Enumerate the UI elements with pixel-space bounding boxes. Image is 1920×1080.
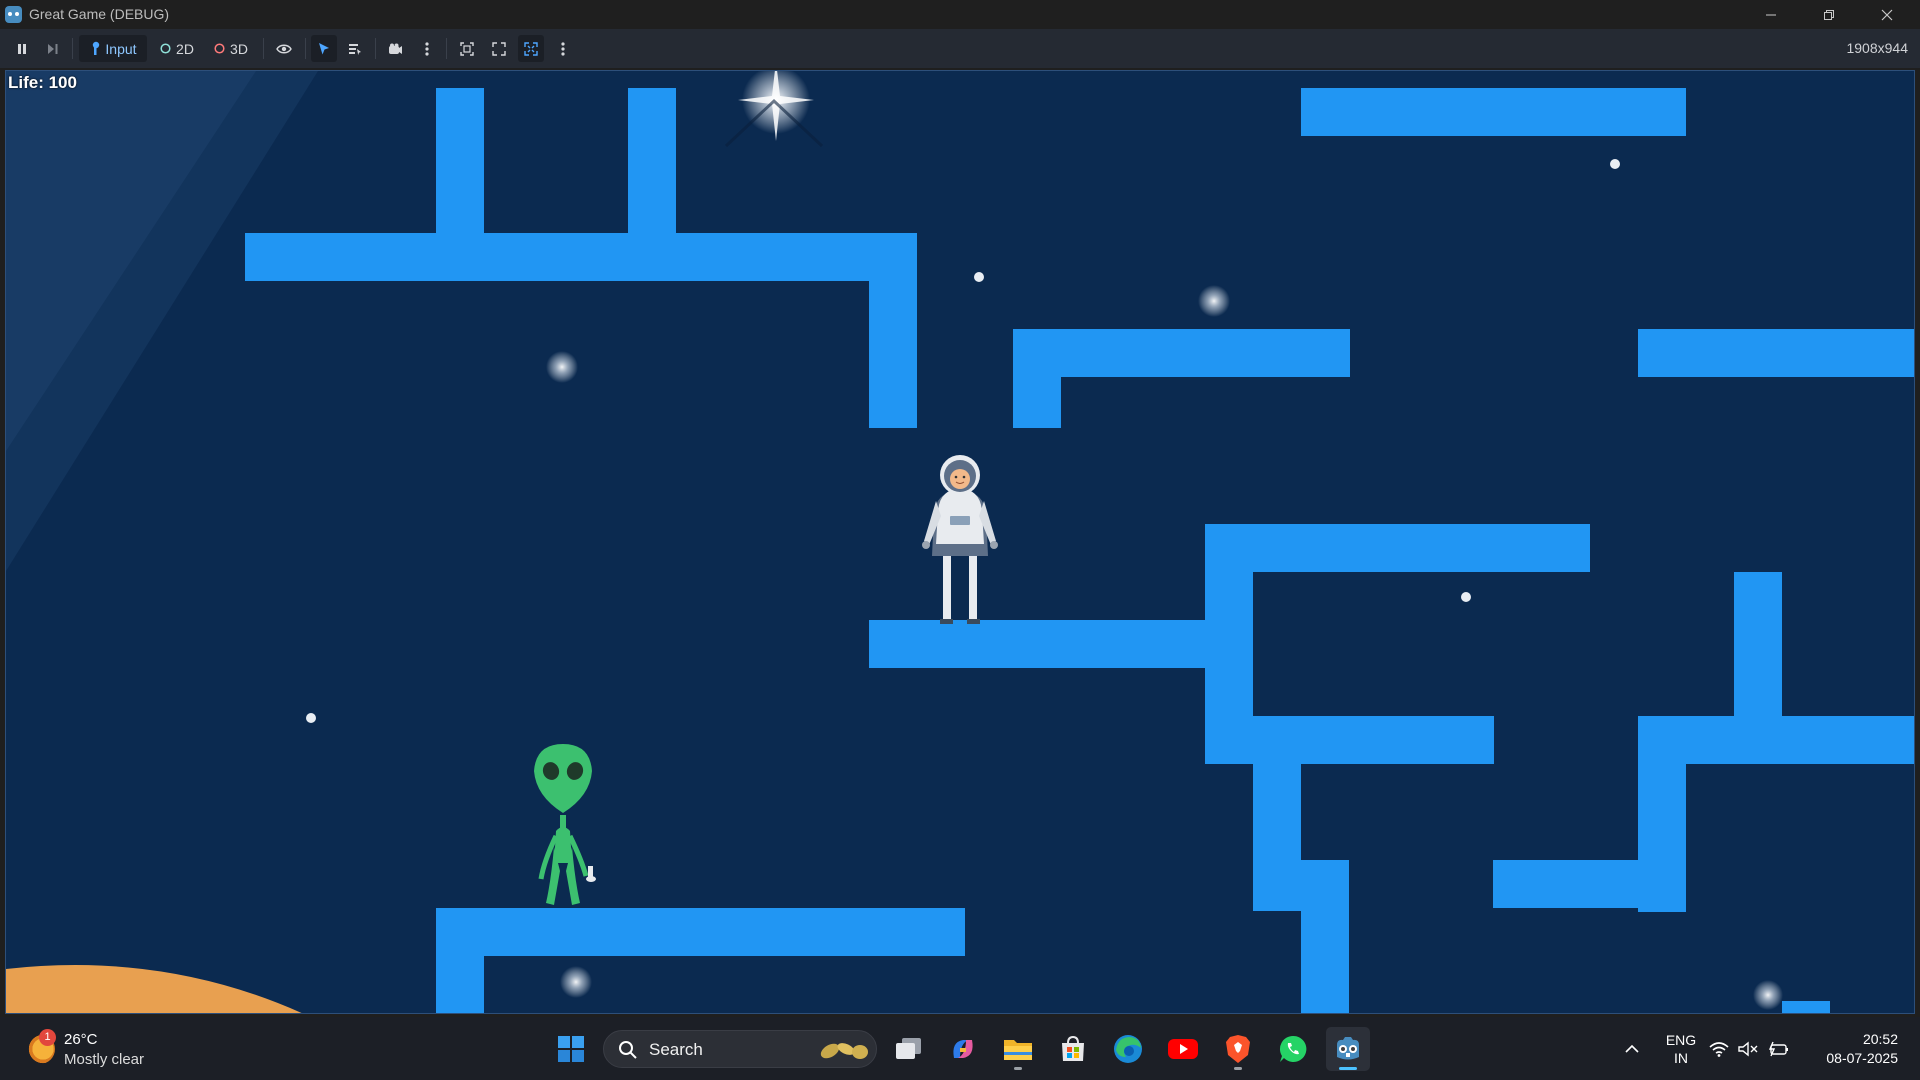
more-vertical-icon: [561, 41, 565, 56]
camera-button[interactable]: [382, 35, 408, 62]
debug-toolbar: Input 2D 3D 1908x944: [0, 29, 1920, 68]
game-viewport[interactable]: Life: 100: [5, 70, 1915, 1014]
speaker-muted-icon: [1738, 1041, 1758, 1057]
weather-temperature: 26°C: [64, 1031, 98, 1048]
wifi-icon: [1709, 1042, 1729, 1057]
camera-options-button[interactable]: [414, 35, 440, 62]
camera-icon: [388, 43, 402, 54]
fit-screen-button[interactable]: [486, 35, 512, 62]
notification-badge: 1: [39, 1029, 56, 1046]
start-button[interactable]: [549, 1027, 593, 1071]
camera-focus-button[interactable]: [454, 35, 480, 62]
edge-browser-icon: [1114, 1035, 1142, 1063]
show-hidden-icons-button[interactable]: [1610, 1027, 1654, 1071]
select-arrow-icon: [319, 42, 329, 54]
youtube-icon: [1168, 1039, 1198, 1059]
language-code: ENG: [1665, 1032, 1697, 1048]
input-button[interactable]: Input: [79, 35, 147, 62]
microsoft-store-icon: [1062, 1035, 1084, 1061]
file-explorer-icon: [1004, 1040, 1032, 1060]
window-title-bar: Great Game (DEBUG): [0, 0, 1920, 29]
fit-screen-icon: [492, 41, 506, 56]
game-scene: [6, 71, 1914, 1013]
copilot-icon: [953, 1040, 973, 1058]
list-select-button[interactable]: [342, 35, 368, 62]
search-box[interactable]: Search: [603, 1030, 877, 1068]
toolbar-divider: [72, 38, 73, 59]
clock-date: 08-07-2025: [1826, 1050, 1898, 1066]
fullscreen-icon: [524, 41, 538, 56]
battery-charging-icon: [1768, 1041, 1788, 1057]
region-code: IN: [1674, 1050, 1688, 1066]
system-clock[interactable]: 20:52 08-07-2025: [1812, 1030, 1898, 1068]
brave-browser-button[interactable]: [1216, 1027, 1260, 1071]
life-counter: Life: 100: [8, 73, 77, 92]
minimize-button[interactable]: [1742, 0, 1800, 29]
pause-button[interactable]: [9, 35, 35, 62]
edge-browser-button[interactable]: [1106, 1027, 1150, 1071]
whatsapp-button[interactable]: [1271, 1027, 1315, 1071]
step-frame-button[interactable]: [40, 35, 66, 62]
windows-start-icon: [558, 1036, 584, 1062]
clock-time: 20:52: [1862, 1031, 1898, 1047]
search-label: Search: [649, 1040, 703, 1059]
search-highlight-icon: [820, 1043, 868, 1059]
more-vertical-icon: [425, 41, 429, 56]
youtube-button[interactable]: [1161, 1027, 1205, 1071]
chevron-up-icon: [1625, 1044, 1639, 1053]
restore-icon: [1824, 9, 1834, 20]
quick-settings-button[interactable]: [1704, 1027, 1794, 1071]
toolbar-divider: [375, 38, 376, 59]
toolbar-divider: [446, 38, 447, 59]
select-button[interactable]: [311, 35, 337, 62]
weather-widget[interactable]: 1 26°C Mostly clear: [22, 1029, 182, 1069]
brave-browser-icon: [1226, 1035, 1250, 1063]
close-icon: [1881, 9, 1893, 20]
language-indicator[interactable]: ENG IN: [1663, 1031, 1699, 1067]
copilot-button[interactable]: [941, 1027, 985, 1071]
search-icon: [619, 1041, 637, 1059]
close-button[interactable]: [1858, 0, 1916, 29]
weather-condition: Mostly clear: [64, 1051, 145, 1068]
microsoft-store-button[interactable]: [1051, 1027, 1095, 1071]
fullscreen-button[interactable]: [518, 35, 544, 62]
task-view-button[interactable]: [886, 1027, 930, 1071]
godot-engine-button[interactable]: [1326, 1027, 1370, 1071]
godot-app-icon: [5, 6, 22, 23]
restore-button[interactable]: [1800, 0, 1858, 29]
windows-taskbar: 1 26°C Mostly clear Search ENG IN 20:52 …: [0, 1017, 1920, 1080]
minimize-icon: [1766, 14, 1776, 15]
window-title: Great Game (DEBUG): [29, 6, 170, 22]
camera-focus-icon: [460, 41, 474, 56]
3d-button[interactable]: 3D: [207, 35, 255, 62]
eye-icon: [276, 44, 292, 53]
toolbar-divider: [263, 38, 264, 59]
joystick-icon: [93, 41, 100, 55]
view-options-button[interactable]: [550, 35, 576, 62]
3d-circle-icon: [214, 43, 225, 54]
list-select-icon: [349, 43, 361, 55]
pause-icon: [18, 43, 26, 54]
toolbar-divider: [305, 38, 306, 59]
whatsapp-icon: [1279, 1035, 1307, 1062]
visibility-button[interactable]: [270, 35, 298, 62]
resolution-readout: 1908x944: [1846, 40, 1908, 56]
step-frame-icon: [48, 43, 58, 54]
input-label: Input: [105, 40, 137, 57]
file-explorer-button[interactable]: [996, 1027, 1040, 1071]
2d-circle-icon: [160, 43, 171, 54]
2d-button[interactable]: 2D: [153, 35, 201, 62]
3d-label: 3D: [230, 40, 248, 57]
2d-label: 2D: [176, 40, 194, 57]
godot-engine-icon: [1337, 1037, 1359, 1060]
task-view-icon: [896, 1038, 921, 1059]
